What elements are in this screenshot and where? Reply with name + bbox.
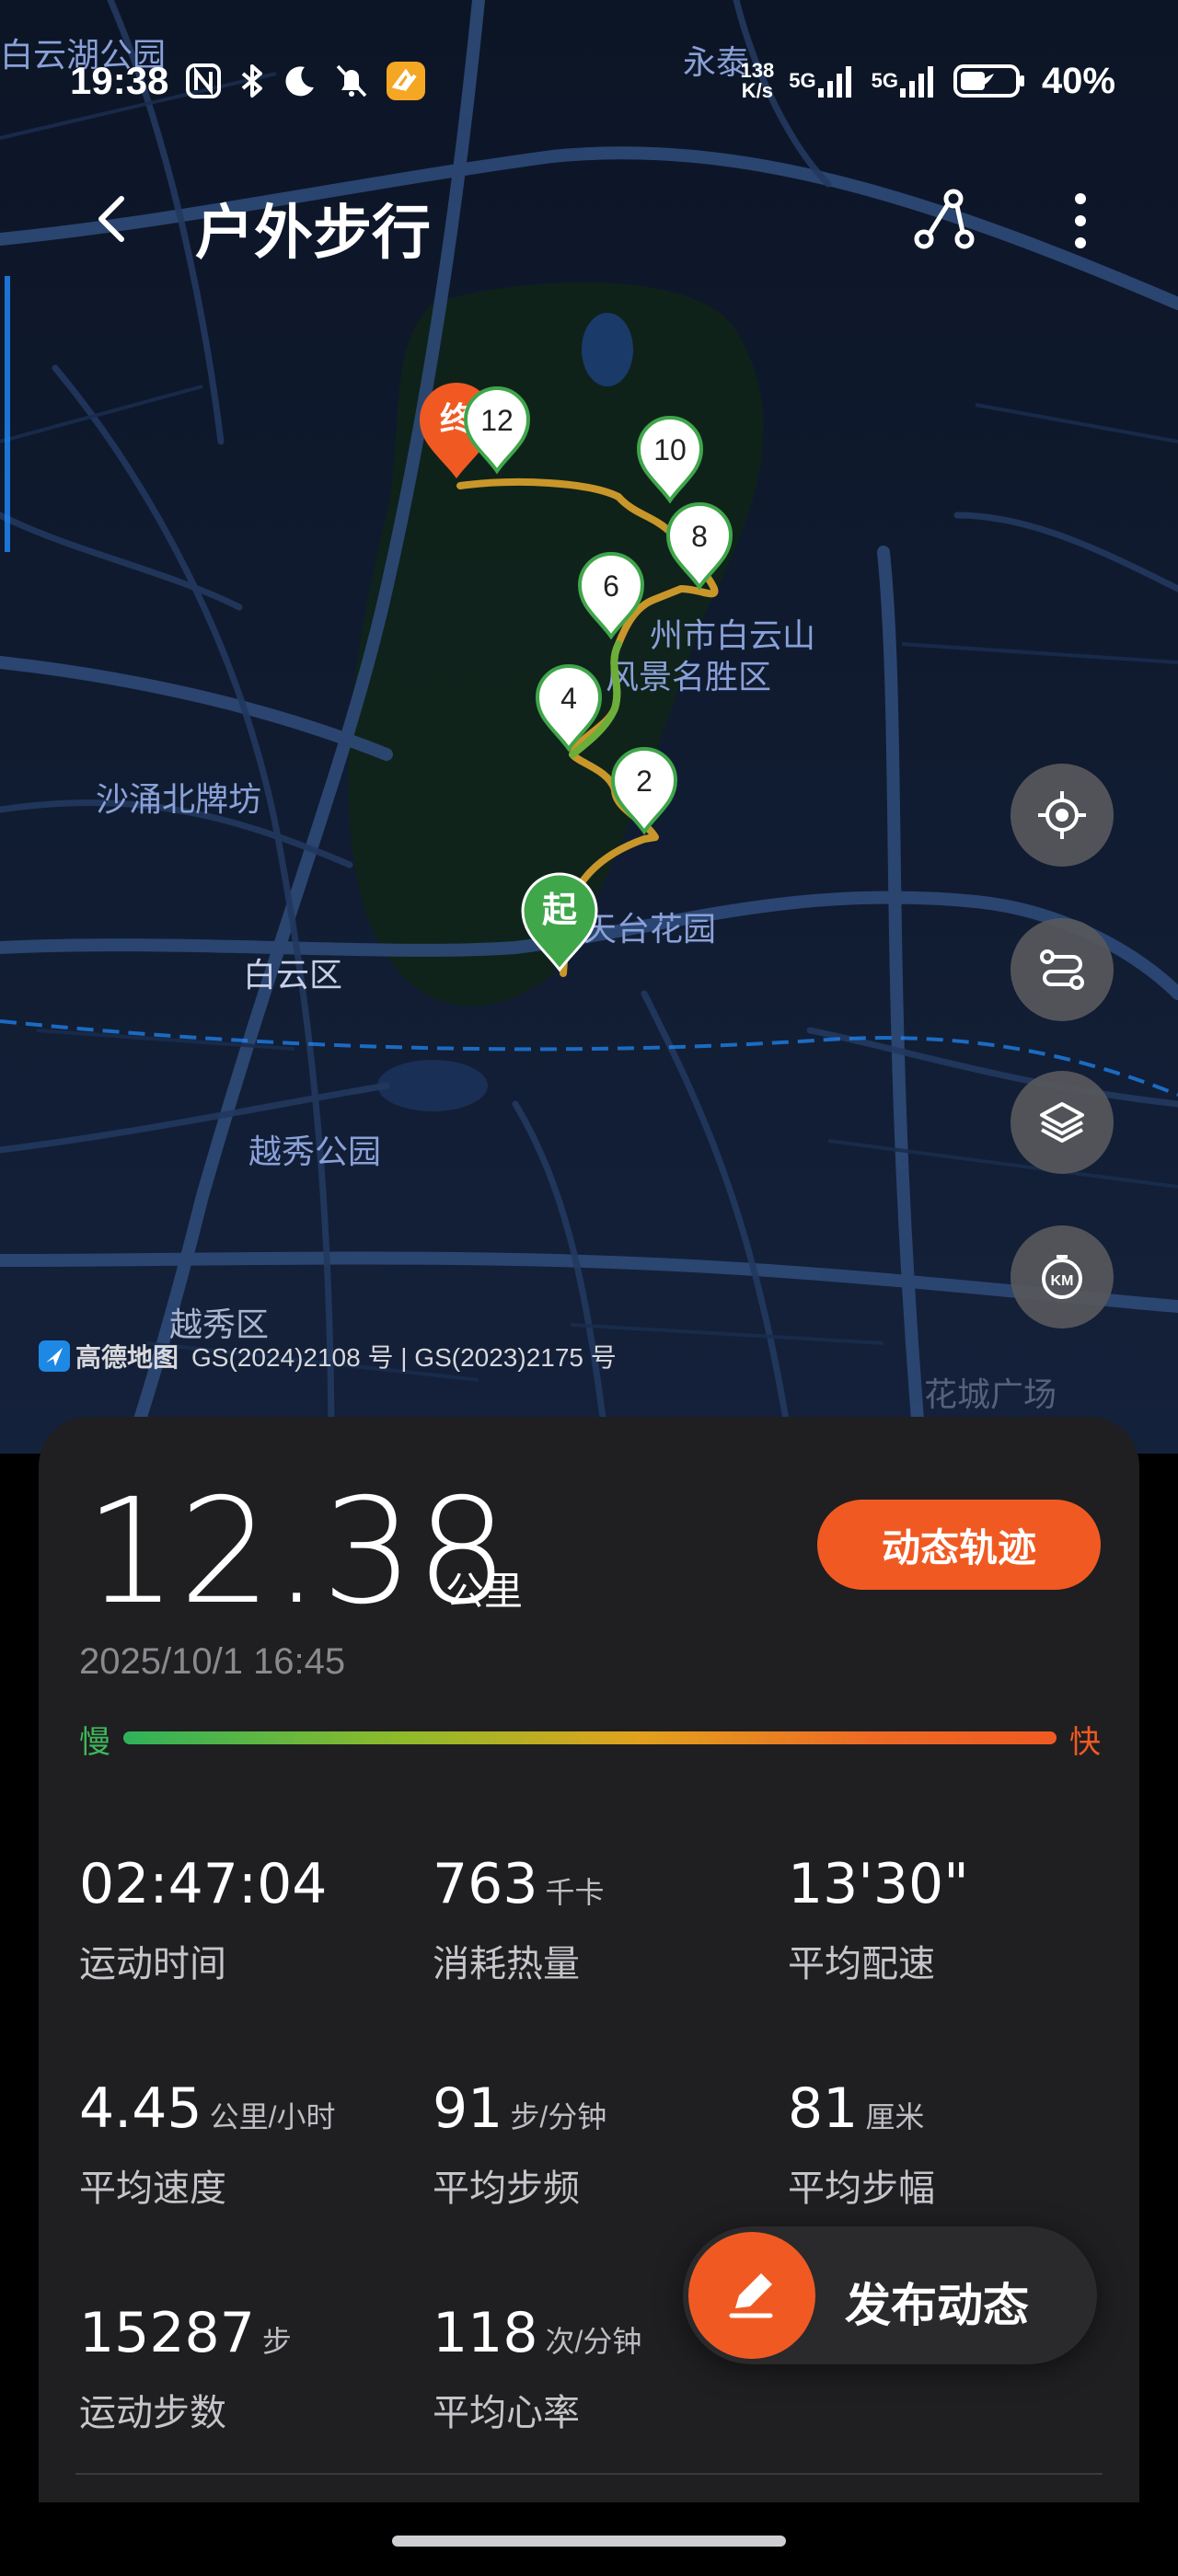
stat-calories: 763 千卡 消耗热量 bbox=[433, 1852, 605, 1984]
publish-post-button[interactable]: 发布动态 bbox=[683, 2226, 1097, 2364]
locate-button[interactable] bbox=[1011, 764, 1114, 867]
signal-icon: 5G bbox=[789, 63, 856, 99]
speed-slow-label: 慢 bbox=[79, 1725, 110, 1760]
route-share-icon[interactable] bbox=[911, 186, 981, 256]
app-bar: 户外步行 bbox=[0, 173, 1178, 266]
map-label: 白云区 bbox=[243, 956, 342, 994]
map-label: 越秀公园 bbox=[248, 1133, 381, 1170]
svg-text:6: 6 bbox=[603, 569, 619, 603]
speed-fast-label: 快 bbox=[1069, 1725, 1101, 1760]
svg-text:KM: KM bbox=[1051, 1273, 1074, 1289]
app-notification-icon bbox=[386, 61, 426, 101]
back-icon[interactable] bbox=[85, 190, 144, 248]
svg-text:起: 起 bbox=[542, 891, 578, 930]
stat-avg-pace: 13'30" 平均配速 bbox=[788, 1852, 969, 1984]
route-toggle-icon bbox=[1040, 949, 1084, 990]
stat-avg-cadence: 91 步/分钟 平均步频 bbox=[433, 2076, 607, 2209]
battery-icon bbox=[953, 63, 1027, 99]
svg-text:8: 8 bbox=[691, 520, 708, 553]
more-icon[interactable] bbox=[1058, 186, 1103, 256]
battery-percent: 40% bbox=[1041, 60, 1115, 101]
distance-unit: 公里 bbox=[445, 1570, 524, 1613]
divider bbox=[75, 2473, 1103, 2475]
dynamic-track-button[interactable]: 动态轨迹 bbox=[817, 1500, 1101, 1590]
net-speed: 138 K/s bbox=[740, 59, 775, 102]
layers-icon bbox=[1040, 1102, 1084, 1143]
svg-text:4: 4 bbox=[560, 682, 577, 715]
svg-text:12: 12 bbox=[480, 404, 514, 437]
layers-button[interactable] bbox=[1011, 1071, 1114, 1174]
stat-duration: 02:47:04 运动时间 bbox=[79, 1852, 328, 1984]
map-license: GS(2024)2108 号 | GS(2023)2175 号 bbox=[191, 1343, 617, 1372]
workout-summary-panel: 12.38 公里 动态轨迹 2025/10/1 16:45 慢 快 02:47:… bbox=[39, 1417, 1139, 2502]
stat-steps: 15287 步 运动步数 bbox=[79, 2301, 292, 2433]
map-label: 花城广场 bbox=[924, 1375, 1057, 1413]
signal-icon: 5G bbox=[872, 63, 939, 99]
page-title: 户外步行 bbox=[195, 200, 431, 266]
map-label: 沙涌北牌坊 bbox=[96, 780, 261, 818]
bluetooth-icon bbox=[238, 63, 266, 99]
publish-post-label: 发布动态 bbox=[845, 2280, 1029, 2331]
stat-avg-speed: 4.45 公里/小时 平均速度 bbox=[79, 2076, 336, 2209]
workout-date: 2025/10/1 16:45 bbox=[79, 1641, 346, 1682]
bell-off-icon bbox=[334, 63, 369, 99]
route-toggle-button[interactable] bbox=[1011, 918, 1114, 1021]
speed-gradient-bar bbox=[123, 1731, 1057, 1744]
amap-logo: 高德地图 bbox=[39, 1338, 179, 1374]
svg-text:2: 2 bbox=[636, 765, 653, 798]
svg-text:10: 10 bbox=[653, 433, 687, 466]
edit-pen-icon bbox=[688, 2232, 815, 2359]
status-time: 19:38 bbox=[70, 59, 169, 102]
moon-icon bbox=[283, 63, 318, 98]
map-label: 风景名胜区 bbox=[606, 658, 771, 696]
km-marker-button[interactable]: KM bbox=[1011, 1225, 1114, 1328]
home-indicator[interactable] bbox=[392, 2536, 786, 2547]
map-label: 州市白云山 bbox=[650, 616, 815, 654]
nfc-icon bbox=[185, 63, 222, 99]
locate-icon bbox=[1038, 791, 1086, 839]
speed-legend: 慢 快 bbox=[79, 1717, 1101, 1760]
stat-avg-stride: 81 厘米 平均步幅 bbox=[788, 2076, 935, 2209]
map-label: 天台花园 bbox=[583, 910, 716, 948]
map-credit: 高德地图 GS(2024)2108 号 | GS(2023)2175 号 bbox=[39, 1338, 617, 1374]
km-marker-icon: KM bbox=[1042, 1255, 1082, 1299]
status-bar: 19:38 138 K/s 5G 5G 40% bbox=[70, 53, 1115, 109]
